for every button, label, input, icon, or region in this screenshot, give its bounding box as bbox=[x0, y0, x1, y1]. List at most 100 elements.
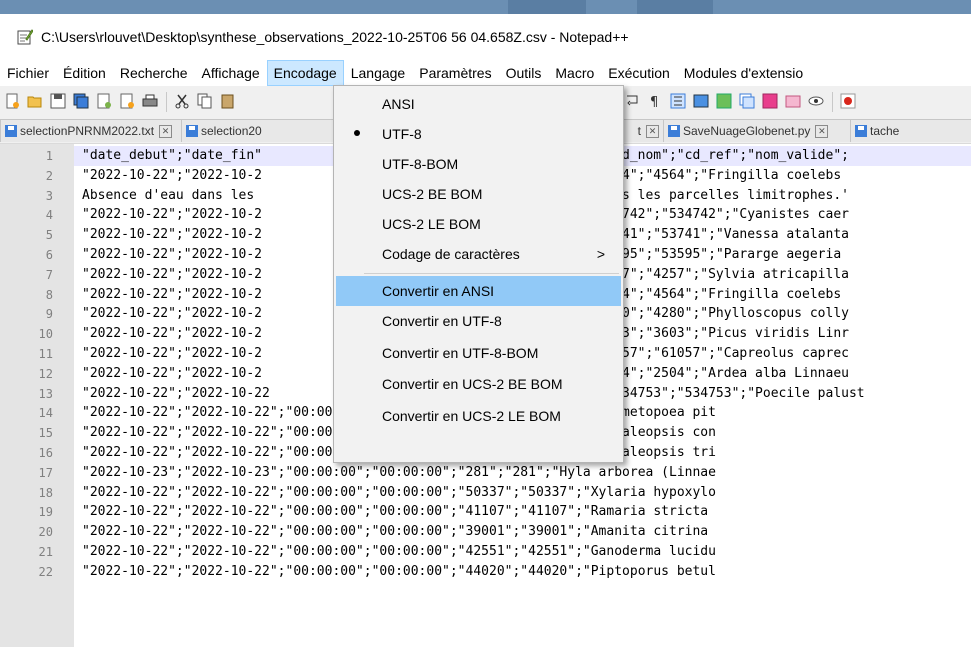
function-list-icon[interactable] bbox=[716, 93, 732, 109]
line-number: 22 bbox=[38, 564, 53, 579]
window-title: C:\Users\rlouvet\Desktop\synthese_observ… bbox=[41, 28, 629, 45]
tab-label: SaveNuageGlobenet.py bbox=[683, 124, 811, 138]
line-number: 18 bbox=[38, 485, 53, 500]
new-file-icon[interactable] bbox=[4, 93, 20, 109]
menu-fichier[interactable]: Fichier bbox=[0, 60, 56, 86]
folder-workspace-icon[interactable] bbox=[739, 93, 755, 109]
tab-close-icon[interactable]: ✕ bbox=[159, 124, 173, 138]
menu-macro[interactable]: Macro bbox=[548, 60, 601, 86]
submenu-arrow-icon: > bbox=[596, 246, 605, 262]
toolbar-separator bbox=[166, 92, 167, 112]
line-text: "2022-10-22";"2022-10-2 bbox=[82, 227, 263, 243]
paste-icon[interactable] bbox=[220, 93, 236, 109]
menu-option-ucs2-be-bom[interactable]: UCS-2 BE BOM bbox=[336, 179, 621, 209]
line-text: "2022-10-22";"2022-10-2 bbox=[82, 346, 263, 361]
menu-outils[interactable]: Outils bbox=[499, 60, 549, 86]
line-number: 13 bbox=[38, 386, 53, 401]
tab-selectionpnrnm2022[interactable]: selectionPNRNM2022.txt ✕ bbox=[0, 119, 182, 142]
tab-savenuageglobenet[interactable]: SaveNuageGlobenet.py ✕ bbox=[663, 119, 851, 142]
line-text: "2022-10-22";"2022-10-2 bbox=[82, 326, 263, 342]
line-text: "2022-10-22";"2022-10-2 bbox=[82, 365, 263, 381]
line-number: 2 bbox=[45, 168, 53, 183]
menu-option-convertir-utf8-bom[interactable]: Convertir en UTF-8-BOM bbox=[336, 338, 621, 368]
show-all-chars-icon[interactable]: ¶ bbox=[647, 93, 663, 110]
menu-option-codage-caracteres[interactable]: Codage de caractères > bbox=[336, 239, 621, 269]
line-number: 4 bbox=[45, 208, 53, 223]
menu-encodage[interactable]: Encodage bbox=[266, 59, 344, 86]
line-text-continued: 95";"53595";"Pararge aegeria bbox=[622, 247, 842, 262]
menu-option-convertir-ucs2-le-bom[interactable]: Convertir en UCS-2 LE BOM bbox=[336, 401, 621, 431]
eye-icon[interactable] bbox=[808, 93, 824, 109]
line-text-continued: 57";"61057";"Capreolus caprec bbox=[622, 346, 849, 361]
menu-option-convertir-ucs2-be-bom[interactable]: Convertir en UCS-2 BE BOM bbox=[336, 369, 621, 399]
save-all-icon[interactable] bbox=[73, 93, 89, 109]
line-number: 17 bbox=[38, 465, 53, 480]
line-text-continued: 34753";"534753";"Poecile palust bbox=[622, 385, 865, 401]
menu-option-ucs2-le-bom[interactable]: UCS-2 LE BOM bbox=[336, 209, 621, 239]
menu-parametres[interactable]: Paramètres bbox=[412, 60, 498, 86]
line-text: "2022-10-22";"2022-10-22 bbox=[82, 385, 270, 401]
menu-separator bbox=[364, 273, 619, 274]
indent-guide-icon[interactable] bbox=[670, 93, 686, 109]
tab-label: selectionPNRNM2022.txt bbox=[20, 124, 155, 138]
line-text: "2022-10-22";"2022-10-2 bbox=[82, 286, 263, 302]
monitoring-icon[interactable] bbox=[762, 93, 778, 109]
doc-map-icon[interactable] bbox=[693, 93, 709, 109]
line-text-continued: 0";"4280";"Phylloscopus colly bbox=[622, 306, 849, 322]
cut-icon[interactable] bbox=[174, 93, 190, 109]
line-number: 20 bbox=[38, 525, 53, 540]
line-number: 8 bbox=[45, 287, 53, 302]
menu-option-utf8[interactable]: UTF-8 bbox=[336, 119, 621, 149]
menu-option-convertir-utf8[interactable]: Convertir en UTF-8 bbox=[336, 306, 621, 336]
line-text-continued: s les parcelles limitrophes.' bbox=[622, 187, 849, 203]
close-all-icon[interactable] bbox=[119, 93, 135, 109]
line-text: "2022-10-22";"2022-10-2 bbox=[82, 266, 263, 282]
saved-file-icon bbox=[186, 125, 198, 137]
tab-close-icon[interactable]: ✕ bbox=[646, 124, 659, 138]
menu-edition[interactable]: Édition bbox=[56, 60, 113, 86]
tab-selection20[interactable]: selection20 bbox=[181, 119, 335, 142]
menu-option-convertir-ansi[interactable]: Convertir en ANSI bbox=[336, 276, 621, 306]
wrap-icon[interactable] bbox=[625, 93, 641, 109]
menu-modules[interactable]: Modules d'extensio bbox=[677, 60, 810, 86]
close-file-icon[interactable] bbox=[96, 93, 112, 109]
menu-option-utf8-bom[interactable]: UTF-8-BOM bbox=[336, 149, 621, 179]
background-window-strip bbox=[0, 0, 971, 14]
tab-label: t bbox=[637, 124, 641, 138]
tab-tache[interactable]: tache bbox=[850, 119, 971, 142]
line-number: 12 bbox=[38, 366, 53, 381]
record-macro-icon[interactable] bbox=[840, 93, 856, 109]
line-text-continued: d_nom";"cd_ref";"nom_valide"; bbox=[622, 148, 849, 163]
tab-label: tache bbox=[870, 124, 900, 138]
saved-file-icon bbox=[855, 125, 867, 137]
tab-close-icon[interactable]: ✕ bbox=[815, 124, 829, 138]
line-text: "2022-10-22";"2022-10-22";"00:00:00";"00… bbox=[82, 484, 716, 500]
menu-recherche[interactable]: Recherche bbox=[113, 60, 195, 86]
line-text-continued: 742";"534742";"Cyanistes caer bbox=[622, 207, 849, 223]
menu-langage[interactable]: Langage bbox=[344, 60, 413, 86]
encoding-menu: ANSI UTF-8 UTF-8-BOM UCS-2 BE BOM UCS-2 … bbox=[333, 85, 624, 463]
line-text: "2022-10-22";"2022-10-22";"00:00:00";"00… bbox=[82, 504, 709, 520]
saved-file-icon bbox=[668, 125, 680, 137]
line-text: "2022-10-22";"2022-10-22";"00:00:00";"00… bbox=[82, 524, 709, 540]
line-number: 19 bbox=[38, 505, 53, 520]
line-number: 3 bbox=[45, 188, 53, 203]
save-icon[interactable] bbox=[50, 93, 66, 109]
line-number: 6 bbox=[45, 248, 53, 262]
line-text-continued: 3";"3603";"Picus viridis Linr bbox=[622, 326, 849, 342]
menu-execution[interactable]: Exécution bbox=[601, 60, 676, 86]
line-number: 16 bbox=[38, 446, 53, 460]
tab-partial[interactable]: t ✕ bbox=[622, 119, 664, 142]
menu-affichage[interactable]: Affichage bbox=[195, 60, 267, 86]
copy-icon[interactable] bbox=[197, 93, 213, 109]
line-text-continued: 41";"53741";"Vanessa atalanta bbox=[622, 227, 849, 243]
folder-icon[interactable] bbox=[785, 93, 801, 109]
open-file-icon[interactable] bbox=[27, 93, 43, 109]
line-number: 15 bbox=[38, 426, 53, 441]
print-icon[interactable] bbox=[142, 93, 158, 109]
line-number: 5 bbox=[45, 228, 53, 243]
saved-file-icon bbox=[5, 125, 17, 137]
menu-option-ansi[interactable]: ANSI bbox=[336, 89, 621, 119]
line-number: 7 bbox=[45, 267, 53, 282]
line-text: "2022-10-23";"2022-10-23";"00:00:00";"00… bbox=[82, 464, 716, 480]
